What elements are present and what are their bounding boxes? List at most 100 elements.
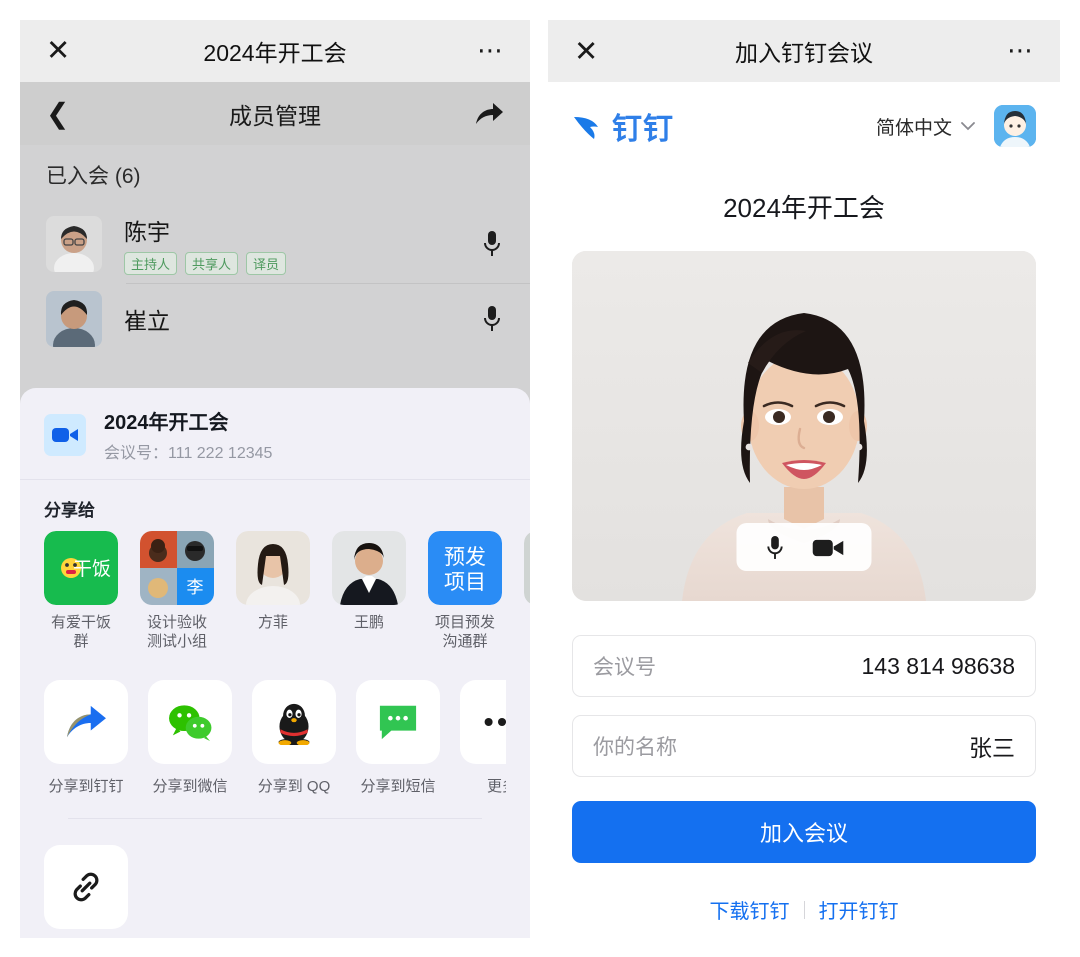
more-dots-icon bbox=[460, 679, 506, 764]
action-label: 分享到 QQ bbox=[257, 777, 331, 795]
svg-text:干饭: 干饭 bbox=[73, 558, 111, 580]
dingtalk-logo-icon: 钉钉 bbox=[572, 104, 674, 148]
dingtalk-share-icon bbox=[44, 679, 128, 764]
copy-link-button[interactable]: 复制链接 bbox=[44, 844, 128, 938]
video-camera-icon bbox=[44, 413, 86, 456]
footer-links: 下载钉钉 打开钉钉 bbox=[548, 895, 1060, 924]
share-sheet-meeting-info: 2024年开工会 会议号：111 222 12345 bbox=[104, 406, 272, 463]
share-actions-wrap: 分享到钉钉 分享到微信 分享到 QQ 分享到短信 更 bbox=[20, 656, 530, 938]
list-item[interactable]: 方菲 bbox=[236, 531, 310, 652]
share-action-dingtalk[interactable]: 分享到钉钉 bbox=[44, 679, 128, 796]
microphone-icon[interactable] bbox=[480, 229, 504, 259]
video-preview bbox=[572, 251, 1036, 601]
share-action-list[interactable]: 分享到钉钉 分享到微信 分享到 QQ 分享到短信 更 bbox=[44, 679, 506, 796]
action-label: 更多 bbox=[486, 777, 506, 795]
member-name: 崔立 bbox=[124, 308, 170, 334]
meeting-number-label: 会议号： bbox=[104, 445, 169, 462]
member-row[interactable]: 陈宇 主持人 共享人 译员 bbox=[20, 205, 530, 283]
page-title: 加入钉钉会议 bbox=[735, 40, 873, 66]
list-item[interactable]: 干饭 有爱干饭群 bbox=[44, 531, 118, 652]
person-avatar bbox=[332, 531, 406, 605]
list-item[interactable]: 王鹏 bbox=[332, 531, 406, 652]
display-name-field[interactable]: 你的名称 张三 bbox=[572, 715, 1036, 777]
meeting-number-field[interactable]: 会议号 143 814 98638 bbox=[572, 635, 1036, 697]
video-controls bbox=[736, 523, 872, 571]
list-item[interactable]: 李 设计验收测试小组 bbox=[140, 531, 214, 652]
share-to-label: 分享给 bbox=[44, 501, 95, 520]
share-action-sms[interactable]: 分享到短信 bbox=[356, 679, 440, 796]
member-info: 崔立 bbox=[124, 302, 480, 336]
contact-name: 方菲 bbox=[257, 614, 288, 631]
link-chain-icon bbox=[44, 844, 128, 929]
meeting-title: 2024年开工会 bbox=[723, 193, 885, 223]
field-value: 张三 bbox=[969, 735, 1015, 761]
download-dingtalk-link[interactable]: 下载钉钉 bbox=[710, 895, 790, 924]
member-row[interactable]: 崔立 bbox=[20, 283, 530, 355]
screenshot-root: ✕ 2024年开工会 ⋯ ❮ 成员管理 已入会 (6) 陈宇 主持人 共享人 译… bbox=[0, 0, 1080, 957]
right-top-navbar: ✕ 加入钉钉会议 ⋯ bbox=[548, 20, 1060, 82]
list-item[interactable]: 张熙 bbox=[524, 531, 530, 652]
share-action-more[interactable]: 更多 bbox=[460, 679, 506, 796]
contact-list[interactable]: 干饭 有爱干饭群 李 设计验收测试小组 方菲 王鹏 预发 项目 项目预发沟通群 bbox=[20, 531, 530, 656]
group-avatar-blue: 预发 项目 bbox=[428, 531, 502, 605]
divider bbox=[68, 817, 482, 819]
avatar bbox=[46, 216, 102, 272]
divider bbox=[803, 900, 805, 919]
member-tags: 主持人 共享人 译员 bbox=[124, 252, 480, 275]
share-meeting-title: 2024年开工会 bbox=[104, 412, 229, 434]
microphone-icon bbox=[767, 535, 783, 559]
member-name: 陈宇 bbox=[124, 219, 170, 245]
group-avatar-grid: 李 bbox=[140, 531, 214, 605]
brand-name: 钉钉 bbox=[612, 113, 674, 146]
avatar bbox=[46, 291, 102, 347]
list-item[interactable]: 预发 项目 项目预发沟通群 bbox=[428, 531, 502, 652]
member-info: 陈宇 主持人 共享人 译员 bbox=[124, 213, 480, 275]
more-dots-icon[interactable]: ⋯ bbox=[477, 38, 504, 63]
open-dingtalk-link[interactable]: 打开钉钉 bbox=[819, 895, 899, 924]
field-value: 143 814 98638 bbox=[861, 652, 1016, 679]
tag-host: 主持人 bbox=[124, 252, 178, 275]
secondary-action-list: 复制链接 bbox=[44, 844, 506, 938]
wechat-icon bbox=[148, 679, 232, 764]
microphone-icon[interactable] bbox=[480, 304, 504, 334]
tag-sharer: 共享人 bbox=[185, 252, 239, 275]
contact-name: 有爱干饭群 bbox=[50, 614, 111, 650]
share-action-wechat[interactable]: 分享到微信 bbox=[148, 679, 232, 796]
svg-text:李: 李 bbox=[187, 578, 204, 597]
field-label: 你的名称 bbox=[593, 736, 677, 759]
svg-text:项目: 项目 bbox=[444, 571, 486, 594]
avatar[interactable] bbox=[994, 105, 1036, 147]
contact-name: 张熙 bbox=[524, 614, 530, 633]
brand-bar: 钉钉 简体中文 bbox=[548, 82, 1060, 148]
contact-name: 设计验收测试小组 bbox=[146, 614, 207, 650]
joined-section-label: 已入会 (6) bbox=[20, 145, 530, 205]
language-selector[interactable]: 简体中文 bbox=[876, 113, 976, 140]
meeting-number-value: 111 222 12345 bbox=[168, 445, 273, 462]
close-icon[interactable]: ✕ bbox=[46, 36, 80, 66]
right-phone-panel: ✕ 加入钉钉会议 ⋯ 钉钉 简体中文 2024年开工会 会议号 143 814 … bbox=[548, 20, 1060, 938]
action-label: 分享到钉钉 bbox=[48, 777, 124, 795]
contact-name: 项目预发沟通群 bbox=[434, 614, 495, 650]
left-phone-panel: ✕ 2024年开工会 ⋯ ❮ 成员管理 已入会 (6) 陈宇 主持人 共享人 译… bbox=[20, 20, 530, 938]
person-avatar bbox=[236, 531, 310, 605]
camera-toggle-button[interactable] bbox=[812, 537, 844, 558]
contact-name: 王鹏 bbox=[353, 614, 384, 631]
chevron-down-icon bbox=[961, 122, 975, 131]
share-arrow-icon[interactable] bbox=[474, 101, 504, 127]
share-sheet-header: 2024年开工会 会议号：111 222 12345 bbox=[20, 388, 530, 479]
field-label: 会议号 bbox=[593, 656, 656, 679]
share-action-qq[interactable]: 分享到 QQ bbox=[252, 679, 336, 796]
mic-toggle-button[interactable] bbox=[764, 534, 785, 561]
share-sheet: 2024年开工会 会议号：111 222 12345 分享给 干饭 有爱干饭群 … bbox=[20, 388, 530, 938]
video-camera-icon bbox=[812, 539, 844, 556]
close-icon[interactable]: ✕ bbox=[574, 34, 608, 69]
more-dots-icon[interactable]: ⋯ bbox=[1007, 38, 1034, 63]
page-title: 2024年开工会 bbox=[203, 40, 347, 66]
action-label: 分享到微信 bbox=[152, 777, 228, 795]
chevron-left-icon[interactable]: ❮ bbox=[46, 97, 80, 130]
tag-interpreter: 译员 bbox=[246, 252, 287, 275]
qq-penguin-icon bbox=[252, 679, 336, 764]
sms-bubble-icon bbox=[356, 679, 440, 764]
join-meeting-button[interactable]: 加入会议 bbox=[572, 801, 1036, 863]
left-top-navbar: ✕ 2024年开工会 ⋯ bbox=[20, 20, 530, 82]
